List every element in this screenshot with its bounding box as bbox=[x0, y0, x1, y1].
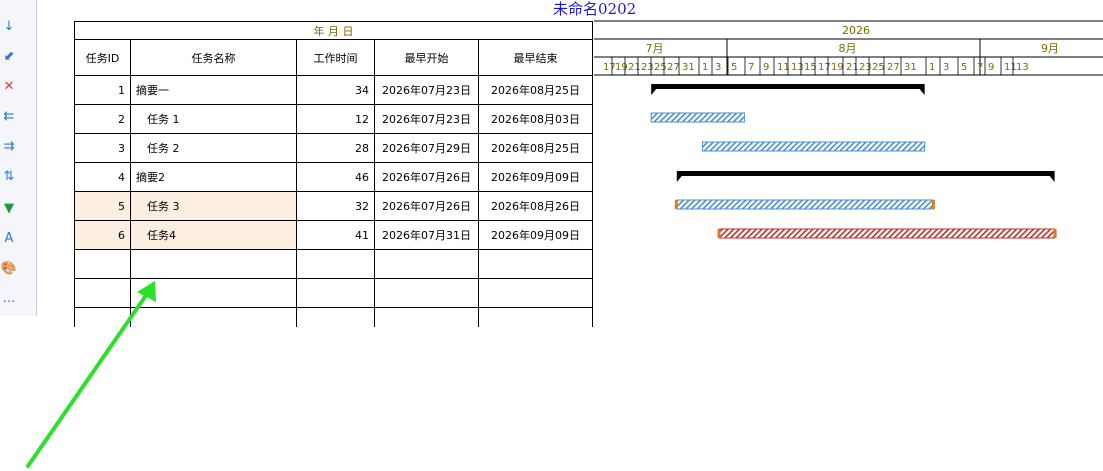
day-tick-label: 7 bbox=[977, 62, 983, 73]
day-tick-label: 21 bbox=[846, 62, 859, 73]
day-tick-label: 27 bbox=[887, 62, 900, 73]
day-tick-label: 5 bbox=[731, 62, 737, 73]
task-bar-handle bbox=[931, 200, 935, 209]
year-label: 2026 bbox=[842, 24, 870, 37]
annotation-arrow-head bbox=[137, 281, 156, 302]
day-tick-label: 7 bbox=[748, 62, 754, 73]
task-bar-handle bbox=[674, 200, 678, 209]
day-tick-label: 3 bbox=[715, 62, 721, 73]
day-tick-label: 31 bbox=[682, 62, 695, 73]
day-tick-label: 25 bbox=[872, 62, 885, 73]
summary-bar-cap bbox=[919, 89, 925, 95]
day-tick-label: 5 bbox=[961, 62, 967, 73]
day-tick-label: 21 bbox=[628, 62, 641, 73]
task-bar-handle bbox=[1053, 229, 1057, 238]
day-tick-label: 25 bbox=[654, 62, 667, 73]
day-tick-label: 23 bbox=[641, 62, 654, 73]
day-tick-label: 1 bbox=[929, 62, 935, 73]
day-tick-label: 19 bbox=[615, 62, 628, 73]
day-tick-label: 1 bbox=[702, 62, 708, 73]
day-tick-label: 23 bbox=[859, 62, 872, 73]
gantt-chart: 20267月 8月 9月17 19 21 23 25 27 31 1 3 5 7 9 11 13 15 17 19 2… bbox=[26, 20, 1103, 468]
day-tick-label: 11 bbox=[1004, 62, 1017, 73]
month-label: 8月 bbox=[839, 42, 857, 55]
summary-bar bbox=[676, 171, 1055, 176]
month-label: 9月 bbox=[1041, 42, 1059, 55]
day-tick-label: 19 bbox=[831, 62, 844, 73]
task-bar bbox=[650, 112, 745, 123]
task-bar-handle bbox=[717, 229, 721, 238]
summary-bar-cap bbox=[651, 89, 657, 95]
day-tick-label: 9 bbox=[763, 62, 769, 73]
day-tick-label: 17 bbox=[818, 62, 831, 73]
summary-bar bbox=[651, 84, 925, 89]
day-tick-label: 13 bbox=[791, 62, 804, 73]
task-bar bbox=[701, 141, 926, 152]
month-label: 7月 bbox=[646, 42, 664, 55]
summary-bar-cap bbox=[676, 176, 682, 182]
day-tick-label: 3 bbox=[943, 62, 949, 73]
annotation-arrow bbox=[26, 292, 149, 468]
task-bar bbox=[676, 199, 934, 210]
day-tick-label: 9 bbox=[988, 62, 994, 73]
summary-bar-cap bbox=[1049, 176, 1055, 182]
day-tick-label: 31 bbox=[904, 62, 917, 73]
day-tick-label: 13 bbox=[1016, 62, 1029, 73]
day-tick-label: 27 bbox=[667, 62, 680, 73]
critical-task-bar bbox=[718, 228, 1056, 239]
day-tick-label: 17 bbox=[603, 62, 616, 73]
